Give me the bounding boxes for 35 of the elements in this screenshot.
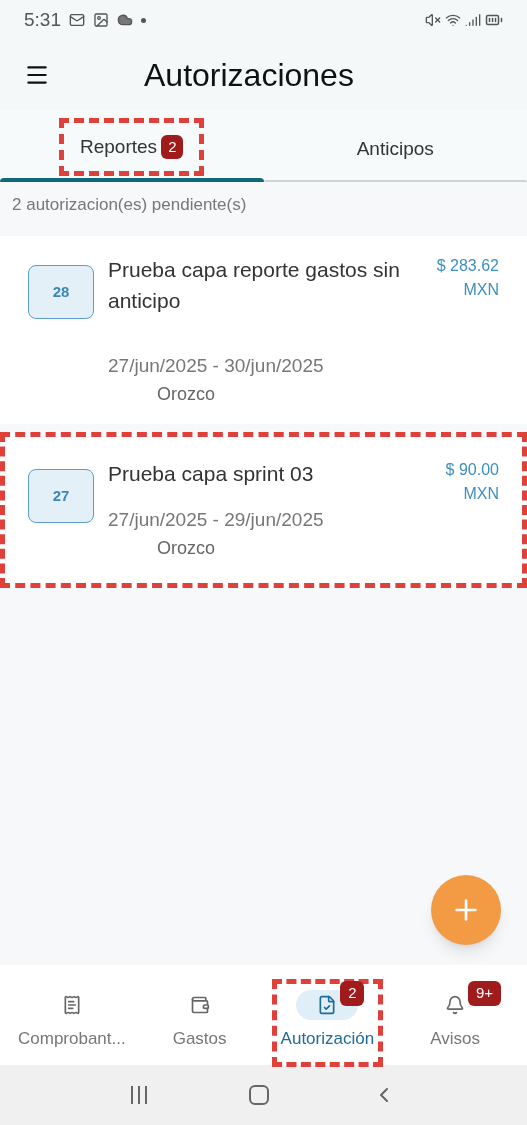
bell-icon xyxy=(445,995,466,1015)
page-title: Autorizaciones xyxy=(144,56,354,95)
report-dates: 27/jun/2025 - 29/jun/2025 xyxy=(108,508,325,532)
receipt-icon xyxy=(61,995,82,1015)
home-icon[interactable] xyxy=(249,1085,270,1105)
mute-icon xyxy=(425,12,441,28)
count-badge: 2 xyxy=(161,134,184,159)
report-amount: $ 90.00 xyxy=(445,460,499,480)
report-card[interactable]: 28 Prueba capa reporte gastos sin anticipo $ 283.62 MXN 27/jun/2025 - 30/jun/2025 Orozco xyxy=(0,236,527,424)
report-number: 27 xyxy=(28,469,94,523)
document-check-icon xyxy=(317,995,338,1015)
report-currency: MXN xyxy=(463,484,499,504)
cloud-icon xyxy=(117,12,133,28)
status-time: 5:31 xyxy=(24,7,61,32)
count-badge: 2 xyxy=(340,981,365,1006)
signal-icon xyxy=(465,12,481,28)
report-title: Prueba capa sprint 03 xyxy=(108,461,315,487)
wallet-icon xyxy=(189,995,210,1015)
report-dates: 27/jun/2025 - 30/jun/2025 xyxy=(108,354,325,378)
report-card[interactable]: 27 Prueba capa sprint 03 $ 90.00 MXN 27/jun/2025 - 29/jun/2025 Orozco xyxy=(0,432,527,588)
wifi-icon xyxy=(445,12,461,28)
count-badge: 9+ xyxy=(467,981,501,1006)
report-amount: $ 283.62 xyxy=(436,256,499,276)
pending-summary: 2 autorizacion(es) pendiente(s) xyxy=(12,194,247,217)
report-person: Orozco xyxy=(157,383,217,406)
report-title: Prueba capa reporte gastos sin anticipo xyxy=(108,257,401,314)
report-currency: MXN xyxy=(463,280,499,300)
tab[interactable]: Anticipos xyxy=(335,119,455,178)
report-person: Orozco xyxy=(157,537,217,560)
recent-apps-icon[interactable] xyxy=(131,1086,148,1104)
nav-item[interactable]: Gastos xyxy=(159,979,240,1067)
mail-icon xyxy=(69,12,85,28)
image-icon xyxy=(93,12,109,28)
nav-item[interactable]: Comprobant... xyxy=(9,979,135,1067)
report-number: 28 xyxy=(28,265,94,319)
